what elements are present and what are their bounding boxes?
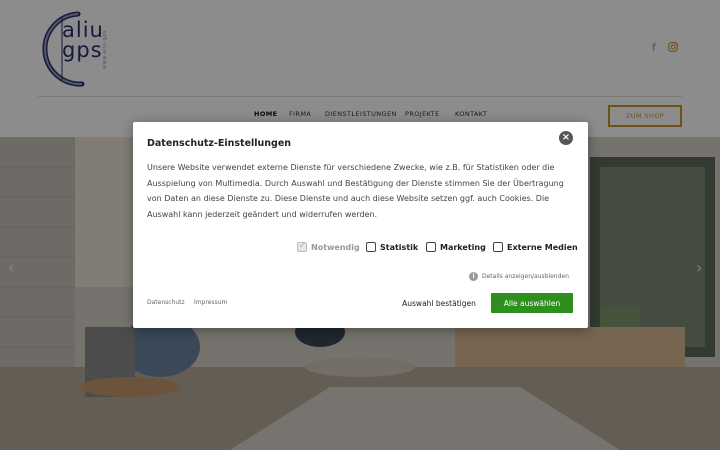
option-label[interactable]: Externe Medien xyxy=(507,243,578,252)
accept-all-button[interactable]: Alle auswählen xyxy=(491,293,573,313)
impressum-link[interactable]: Impressum xyxy=(194,299,227,306)
option-externe-medien[interactable]: Externe Medien xyxy=(493,242,578,252)
option-label[interactable]: Statistik xyxy=(380,243,418,252)
dialog-title: Datenschutz-Einstellungen xyxy=(147,138,292,149)
close-icon[interactable]: × xyxy=(559,131,573,145)
option-label[interactable]: Marketing xyxy=(440,243,486,252)
option-label: Notwendig xyxy=(311,242,360,252)
info-icon: i xyxy=(469,272,478,281)
checkbox-marketing[interactable] xyxy=(426,242,436,252)
option-notwendig: Notwendig xyxy=(297,241,360,252)
option-statistik[interactable]: Statistik xyxy=(366,242,418,252)
checkbox-notwendig xyxy=(297,241,307,252)
dialog-description: Unsere Website verwendet externe Dienste… xyxy=(147,163,564,220)
details-toggle[interactable]: i Details anzeigen/ausblenden xyxy=(469,272,569,281)
option-marketing[interactable]: Marketing xyxy=(426,242,486,252)
checkbox-statistik[interactable] xyxy=(366,242,376,252)
checkbox-externe-medien[interactable] xyxy=(493,242,503,252)
details-link[interactable]: Details anzeigen/ausblenden xyxy=(482,273,569,280)
confirm-selection-button[interactable]: Auswahl bestätigen xyxy=(397,293,481,313)
datenschutz-link[interactable]: Datenschutz xyxy=(147,299,185,306)
privacy-settings-dialog: Datenschutz-Einstellungen × Unsere Websi… xyxy=(133,122,588,328)
